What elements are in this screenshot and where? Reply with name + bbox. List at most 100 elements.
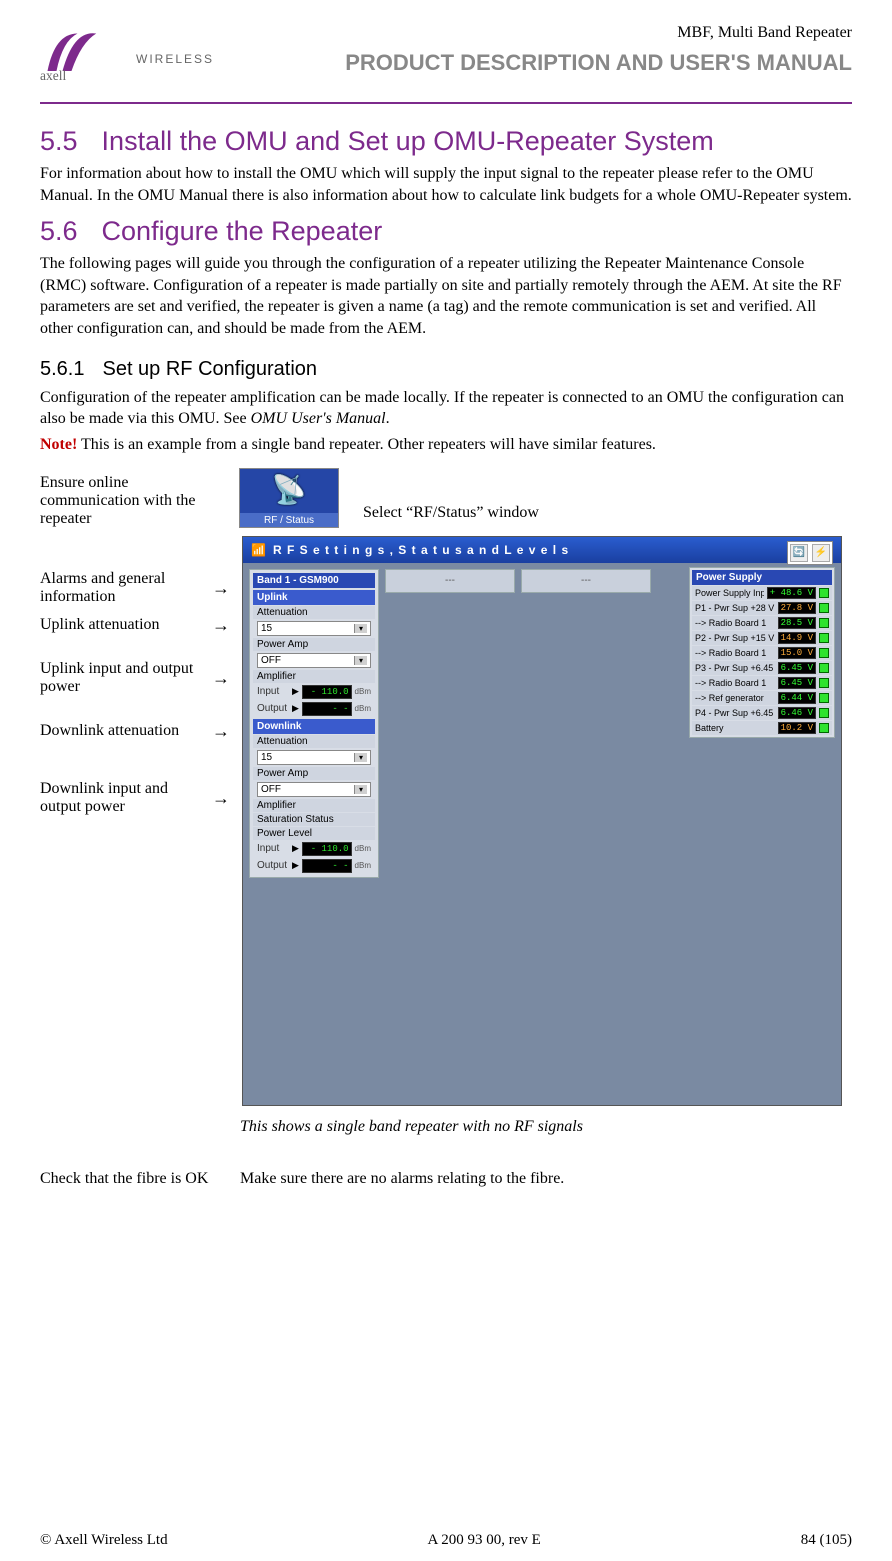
chevron-down-icon[interactable]: ▾ xyxy=(354,656,367,665)
psu-row: Power Supply Input+ 48.6 V xyxy=(692,586,832,600)
antenna-icon: 📡 xyxy=(272,473,307,507)
rmc-screenshot: 📶 R F S e t t i n g s , S t a t u s a n … xyxy=(242,536,842,1106)
psu-row: P3 - Pwr Sup +6.45 V6.45 V xyxy=(692,661,832,675)
section-title: Install the OMU and Set up OMU-Repeater … xyxy=(102,126,714,157)
psu-row: P1 - Pwr Sup +28 V27.8 V xyxy=(692,601,832,615)
header-rule xyxy=(40,102,852,104)
status-led-icon xyxy=(819,708,829,718)
window-title: 📶 R F S e t t i n g s , S t a t u s a n … xyxy=(243,537,841,563)
refresh-icon[interactable]: 🔄 xyxy=(790,544,808,562)
psu-row: --> Radio Board 115.0 V xyxy=(692,646,832,660)
section-title: Configure the Repeater xyxy=(102,216,383,247)
footer-copyright: © Axell Wireless Ltd xyxy=(40,1532,168,1549)
psu-row: --> Radio Board 128.5 V xyxy=(692,616,832,630)
uplink-output-row: Output ▶ - - dBm xyxy=(253,701,375,717)
callout-uplink-atten: Uplink attenuation xyxy=(40,616,206,634)
arrow-icon: ▶ xyxy=(292,860,299,871)
rf-status-label: RF / Status xyxy=(264,515,314,527)
voltage-icon[interactable]: ⚡ xyxy=(812,544,830,562)
downlink-atten-dropdown[interactable]: 15▾ xyxy=(253,749,375,766)
arrow-icon: ▶ xyxy=(292,843,299,854)
section-number: 5.5 xyxy=(40,126,78,157)
section-5-5-heading: 5.5 Install the OMU and Set up OMU-Repea… xyxy=(40,126,852,157)
chevron-down-icon[interactable]: ▾ xyxy=(354,624,367,633)
chevron-down-icon[interactable]: ▾ xyxy=(354,785,367,794)
callout-alarms: Alarms and general information xyxy=(40,570,206,606)
downlink-sat-label: Saturation Status xyxy=(257,814,334,825)
note-line: Note! This is an example from a single b… xyxy=(40,436,852,454)
uplink-input-row: Input ▶ - 110.0 dBm xyxy=(253,684,375,700)
downlink-pa-dropdown[interactable]: OFF▾ xyxy=(253,781,375,798)
status-led-icon xyxy=(819,648,829,658)
arrow-icon: → xyxy=(212,789,230,807)
arrow-icon: → xyxy=(212,579,230,597)
psu-row: P4 - Pwr Sup +6.45 V6.46 V xyxy=(692,706,832,720)
psu-row: P2 - Pwr Sup +15 V14.9 V xyxy=(692,631,832,645)
status-led-icon xyxy=(819,693,829,703)
step-label: Check that the fibre is OK xyxy=(40,1170,210,1188)
status-led-icon xyxy=(819,678,829,688)
step-instruction: Make sure there are no alarms relating t… xyxy=(240,1170,564,1188)
doc-subtitle: PRODUCT DESCRIPTION AND USER'S MANUAL xyxy=(345,50,852,76)
callout-column: Alarms and general information → Uplink a… xyxy=(40,536,230,816)
uplink-atten-dropdown[interactable]: 15▾ xyxy=(253,620,375,637)
subsection-5-6-1-heading: 5.6.1 Set up RF Configuration xyxy=(40,358,852,381)
downlink-input-value: - 110.0 xyxy=(302,842,352,856)
section-number: 5.6 xyxy=(40,216,78,247)
psu-header: Power Supply xyxy=(692,570,832,585)
power-supply-panel: Power Supply Power Supply Input+ 48.6 V … xyxy=(689,567,835,738)
section-5-6-body: The following pages will guide you throu… xyxy=(40,253,852,339)
status-led-icon xyxy=(819,603,829,613)
status-led-icon xyxy=(819,723,829,733)
downlink-plvl-label: Power Level xyxy=(257,828,312,839)
callout-downlink-atten: Downlink attenuation xyxy=(40,722,206,740)
uplink-pa-label: Power Amp xyxy=(257,639,308,650)
chevron-down-icon[interactable]: ▾ xyxy=(354,753,367,762)
arrow-icon: → xyxy=(212,722,230,740)
psu-row: Battery10.2 V xyxy=(692,721,832,735)
brand-logo: axell WIRELESS xyxy=(40,24,214,88)
section-5-5-body: For information about how to install the… xyxy=(40,163,852,206)
status-led-icon xyxy=(819,633,829,643)
step-check-fibre: Check that the fibre is OK Make sure the… xyxy=(40,1170,852,1188)
status-led-icon xyxy=(819,618,829,628)
uplink-amp-label: Amplifier xyxy=(257,671,296,682)
arrow-icon: ▶ xyxy=(292,703,299,714)
arrow-icon: ▶ xyxy=(292,686,299,697)
uplink-pa-dropdown[interactable]: OFF▾ xyxy=(253,652,375,669)
select-rf-status-text: Select “RF/Status” window xyxy=(363,504,539,528)
downlink-output-value: - - xyxy=(302,859,352,873)
uplink-header: Uplink xyxy=(253,590,375,605)
callout-downlink-power: Downlink input and output power xyxy=(40,780,206,816)
uplink-input-value: - 110.0 xyxy=(302,685,352,699)
screenshot-caption: This shows a single band repeater with n… xyxy=(240,1118,852,1136)
brand-text-top: axell xyxy=(40,68,66,83)
rf-status-button[interactable]: 📡 RF / Status xyxy=(239,468,339,528)
step-label: Ensure online communication with the rep… xyxy=(40,474,215,528)
downlink-amp-label: Amplifier xyxy=(257,800,296,811)
downlink-atten-label: Attenuation xyxy=(257,736,308,747)
page-footer: © Axell Wireless Ltd A 200 93 00, rev E … xyxy=(40,1532,852,1549)
document-header: axell WIRELESS MBF, Multi Band Repeater … xyxy=(40,24,852,96)
band-header: Band 1 - GSM900 xyxy=(253,573,375,588)
downlink-input-row: Input ▶ - 110.0 dBm xyxy=(253,841,375,857)
section-5-6-heading: 5.6 Configure the Repeater xyxy=(40,216,852,247)
footer-page-number: 84 (105) xyxy=(801,1532,852,1549)
band2-panel-empty: --- xyxy=(385,569,515,593)
toolbar-icons: 🔄 ⚡ xyxy=(787,541,833,565)
step-ensure-online: Ensure online communication with the rep… xyxy=(40,468,852,528)
downlink-pa-label: Power Amp xyxy=(257,768,308,779)
arrow-icon: → xyxy=(212,616,230,634)
downlink-header: Downlink xyxy=(253,719,375,734)
band3-panel-empty: --- xyxy=(521,569,651,593)
status-led-icon xyxy=(819,663,829,673)
status-led-icon xyxy=(819,588,829,598)
arrow-icon: → xyxy=(212,669,230,687)
psu-row: --> Radio Board 16.45 V xyxy=(692,676,832,690)
subsection-title: Set up RF Configuration xyxy=(102,358,317,381)
band1-panel: Band 1 - GSM900 Uplink Attenuation 15▾ P… xyxy=(249,569,379,878)
psu-row: --> Ref generator6.44 V xyxy=(692,691,832,705)
uplink-atten-label: Attenuation xyxy=(257,607,308,618)
doc-title: MBF, Multi Band Repeater xyxy=(345,24,852,42)
callout-uplink-power: Uplink input and output power xyxy=(40,660,206,696)
